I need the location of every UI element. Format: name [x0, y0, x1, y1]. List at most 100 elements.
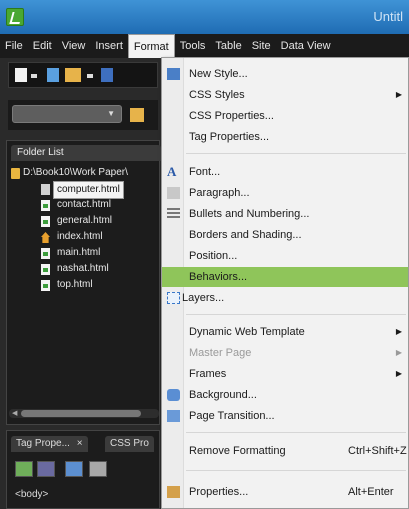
menu-item-css-styles[interactable]: CSS Styles ▶ — [162, 85, 408, 105]
menu-item-label: Frames — [189, 368, 227, 380]
sort-icon[interactable] — [37, 461, 55, 477]
file-main[interactable]: main.html — [7, 245, 159, 261]
menu-item-new-style[interactable]: New Style... — [162, 64, 408, 84]
menu-item-shortcut: Ctrl+Shift+Z — [348, 445, 407, 457]
menu-item-label: Bullets and Numbering... — [189, 208, 310, 220]
menu-item-position[interactable]: Position... — [162, 246, 408, 266]
properties-icon — [167, 486, 180, 498]
style-dropdown[interactable]: ▼ — [12, 105, 122, 123]
category-view-icon[interactable] — [15, 461, 33, 477]
menu-item-label: Borders and Shading... — [189, 229, 302, 241]
menu-item-label: Dynamic Web Template — [189, 326, 305, 338]
folder-list-panel: Folder List D:\Book10\Work Paper\ comput… — [6, 140, 161, 425]
menu-item-page-transition[interactable]: Page Transition... — [162, 406, 408, 426]
tab-css-properties[interactable]: CSS Pro — [105, 436, 154, 452]
font-icon: A — [167, 164, 177, 179]
menu-item-label: Master Page — [189, 347, 252, 359]
file-contact[interactable]: contact.html — [7, 197, 159, 213]
file-general[interactable]: general.html — [7, 213, 159, 229]
menu-item-behaviors[interactable]: Behaviors... — [162, 267, 408, 287]
menu-separator — [186, 314, 406, 315]
menu-item-frames[interactable]: Frames ▶ — [162, 364, 408, 384]
tab-label: Tag Prope... — [16, 438, 70, 449]
menu-file[interactable]: File — [0, 34, 28, 58]
file-label: main.html — [57, 247, 101, 258]
close-icon[interactable]: × — [77, 438, 83, 449]
tab-tag-properties[interactable]: Tag Prope... × — [11, 436, 88, 452]
open-folder-icon[interactable] — [65, 68, 81, 82]
menu-item-label: CSS Styles — [189, 89, 245, 101]
menu-item-dynamic-web-template[interactable]: Dynamic Web Template ▶ — [162, 322, 408, 342]
dropdown-arrow-icon[interactable] — [87, 74, 93, 78]
menu-format[interactable]: Format — [127, 34, 175, 58]
menu-table[interactable]: Table — [210, 34, 246, 58]
folder-icon[interactable] — [130, 108, 144, 122]
menu-item-label: Behaviors... — [189, 271, 248, 283]
menu-item-label: Remove Formatting — [189, 445, 286, 457]
file-index[interactable]: index.html — [7, 229, 159, 245]
menu-site[interactable]: Site — [247, 34, 276, 58]
menu-item-background[interactable]: Background... — [162, 385, 408, 405]
menu-item-font[interactable]: A Font... — [162, 162, 408, 182]
horizontal-scrollbar[interactable]: ◀ — [9, 409, 159, 418]
format-menu: New Style... CSS Styles ▶ CSS Properties… — [161, 57, 409, 509]
scroll-thumb[interactable] — [21, 410, 141, 417]
home-page-icon — [41, 232, 50, 243]
file-top[interactable]: top.html — [7, 277, 159, 293]
menu-item-properties[interactable]: Properties... Alt+Enter — [162, 482, 408, 502]
layers-icon — [167, 292, 180, 304]
scroll-left-icon[interactable]: ◀ — [12, 409, 17, 417]
file-label: nashat.html — [57, 263, 109, 274]
menu-view[interactable]: View — [57, 34, 91, 58]
standard-toolbar — [8, 62, 158, 88]
menu-separator — [186, 470, 406, 471]
submenu-arrow-icon: ▶ — [395, 327, 402, 336]
menu-item-bullets[interactable]: Bullets and Numbering... — [162, 204, 408, 224]
root-folder-label: D:\Book10\Work Paper\ — [23, 167, 128, 178]
file-label: general.html — [57, 215, 113, 226]
menu-item-label: Position... — [189, 250, 238, 262]
properties-icon[interactable] — [89, 461, 107, 477]
menu-data-view[interactable]: Data View — [276, 34, 336, 58]
selected-tag: <body> — [15, 489, 49, 500]
menu-item-label: CSS Properties... — [189, 110, 274, 122]
file-nashat[interactable]: nashat.html — [7, 261, 159, 277]
menu-bar: File Edit View Insert Format Tools Table… — [0, 34, 409, 58]
html-file-icon — [41, 200, 50, 211]
menu-separator — [186, 153, 406, 154]
submenu-arrow-icon: ▶ — [395, 90, 402, 99]
menu-separator — [186, 432, 406, 433]
background-icon — [167, 389, 180, 401]
menu-tools[interactable]: Tools — [175, 34, 211, 58]
menu-item-label: Font... — [189, 166, 221, 178]
save-icon[interactable] — [101, 68, 113, 82]
chevron-down-icon: ▼ — [107, 109, 115, 118]
menu-item-tag-properties[interactable]: Tag Properties... — [162, 127, 408, 147]
menu-item-label: Properties... — [189, 486, 249, 498]
new-page-icon[interactable] — [15, 68, 27, 82]
open-icon[interactable] — [47, 68, 59, 82]
title-bar: Untitl — [0, 0, 409, 34]
menu-item-remove-formatting[interactable]: Remove Formatting Ctrl+Shift+Z — [162, 441, 408, 461]
menu-item-label: Page Transition... — [189, 410, 275, 422]
menu-item-paragraph[interactable]: Paragraph... — [162, 183, 408, 203]
menu-item-shortcut: Alt+Enter — [348, 486, 394, 498]
show-set-properties-icon[interactable] — [65, 461, 83, 477]
file-computer[interactable]: computer.html — [7, 181, 159, 199]
file-tree: D:\Book10\Work Paper\ computer.html cont… — [7, 165, 159, 293]
folder-list-tab[interactable]: Folder List — [11, 145, 161, 161]
file-label: index.html — [57, 231, 103, 242]
menu-item-label: Tag Properties... — [189, 131, 270, 143]
root-folder[interactable]: D:\Book10\Work Paper\ — [7, 165, 159, 181]
folder-icon — [11, 168, 20, 179]
menu-insert[interactable]: Insert — [90, 34, 128, 58]
submenu-arrow-icon: ▶ — [395, 369, 402, 378]
menu-item-css-properties[interactable]: CSS Properties... — [162, 106, 408, 126]
html-file-icon — [41, 248, 50, 259]
menu-edit[interactable]: Edit — [28, 34, 57, 58]
new-style-icon — [167, 68, 180, 80]
dropdown-arrow-icon[interactable] — [31, 74, 37, 78]
menu-item-layers[interactable]: Layers... — [162, 288, 408, 308]
menu-item-borders[interactable]: Borders and Shading... — [162, 225, 408, 245]
file-label: top.html — [57, 279, 93, 290]
